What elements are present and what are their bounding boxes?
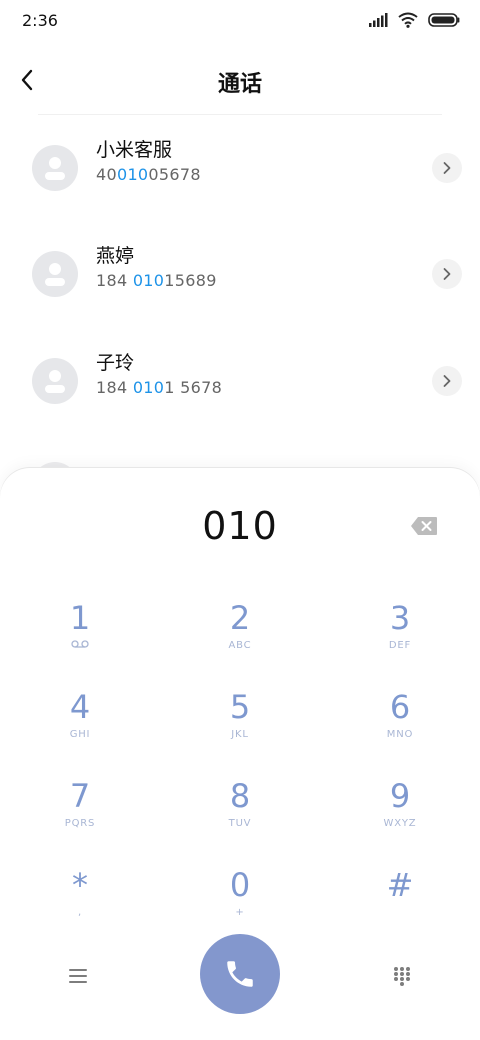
contact-number: 184 01015689 — [96, 271, 217, 290]
match-highlight: 010 — [132, 378, 165, 397]
contact-row[interactable]: 子玲 184 0101 5678 — [0, 352, 480, 454]
contact-detail-button[interactable] — [432, 153, 462, 183]
phone-icon — [227, 961, 253, 987]
key-star[interactable]: * , — [20, 865, 140, 945]
key-sub: JKL — [231, 729, 249, 740]
key-digit: 6 — [389, 688, 411, 726]
contact-row[interactable]: 燕婷 184 01015689 — [0, 245, 480, 347]
key-sub: WXYZ — [383, 818, 417, 829]
contact-name: 燕婷 — [96, 245, 135, 267]
key-digit: 1 — [69, 599, 91, 637]
match-highlight: 010 — [116, 165, 149, 184]
match-highlight: 010 — [132, 271, 165, 290]
key-6[interactable]: 6 MNO — [340, 687, 460, 767]
key-8[interactable]: 8 TUV — [180, 776, 300, 856]
key-1[interactable]: 1 — [20, 598, 140, 678]
avatar — [32, 251, 78, 297]
key-digit: 3 — [389, 599, 411, 637]
chevron-right-icon — [443, 375, 451, 387]
key-7[interactable]: 7 PQRS — [20, 776, 140, 856]
key-digit: 4 — [69, 688, 91, 726]
contact-number: 184 0101 5678 — [96, 378, 223, 397]
header-divider — [38, 114, 442, 115]
key-9[interactable]: 9 WXYZ — [340, 776, 460, 856]
person-icon — [45, 157, 65, 180]
key-sub: TUV — [228, 818, 252, 829]
person-icon — [45, 370, 65, 393]
key-sub: GHI — [69, 729, 91, 740]
key-digit: 9 — [389, 777, 411, 815]
contact-name: 小米客服 — [96, 139, 173, 161]
menu-button[interactable] — [62, 960, 94, 992]
avatar — [32, 358, 78, 404]
key-5[interactable]: 5 JKL — [180, 687, 300, 767]
keypad-toggle-button[interactable] — [386, 960, 418, 992]
key-digit: 8 — [229, 777, 251, 815]
key-digit: * — [72, 866, 88, 904]
key-digit: 5 — [229, 688, 251, 726]
key-hash[interactable]: # — [340, 865, 460, 945]
key-sub: + — [235, 907, 245, 918]
key-sub — [340, 907, 460, 921]
backspace-button[interactable] — [410, 516, 442, 538]
key-sub — [20, 640, 140, 654]
key-sub: MNO — [386, 729, 414, 740]
call-button[interactable] — [200, 934, 280, 1014]
backspace-icon — [411, 517, 437, 535]
keypad-icon — [394, 967, 410, 986]
key-digit: # — [386, 866, 414, 904]
key-digit: 2 — [229, 599, 251, 637]
key-4[interactable]: 4 GHI — [20, 687, 140, 767]
key-sub: DEF — [388, 640, 412, 651]
contact-name: 子玲 — [96, 352, 135, 374]
avatar — [32, 145, 78, 191]
key-3[interactable]: 3 DEF — [340, 598, 460, 678]
voicemail-icon — [71, 640, 89, 648]
dialpad-panel: 010 1 2 ABC 3 DEF 4 GHI 5 JKL 6 MNO 7 PQ… — [0, 468, 480, 1040]
contact-detail-button[interactable] — [432, 259, 462, 289]
battery-icon — [428, 13, 460, 27]
menu-icon — [69, 969, 87, 983]
signal-icon — [369, 13, 388, 27]
key-sub: ABC — [228, 640, 252, 651]
page-title: 通话 — [217, 72, 262, 97]
key-sub: , — [78, 907, 82, 918]
key-sub: PQRS — [64, 818, 96, 829]
status-icons — [368, 12, 460, 28]
chevron-right-icon — [443, 162, 451, 174]
contact-row[interactable]: 小米客服 4001005678 — [0, 139, 480, 241]
key-0[interactable]: 0 + — [180, 865, 300, 945]
contact-number: 4001005678 — [96, 165, 201, 184]
chevron-right-icon — [443, 268, 451, 280]
header: 通话 — [0, 52, 480, 108]
contact-detail-button[interactable] — [432, 366, 462, 396]
wifi-icon — [398, 12, 418, 28]
status-bar: 2:36 — [0, 0, 480, 44]
dialed-number: 010 — [202, 504, 278, 548]
key-digit: 0 — [229, 866, 251, 904]
key-digit: 7 — [69, 777, 91, 815]
key-2[interactable]: 2 ABC — [180, 598, 300, 678]
status-time: 2:36 — [22, 11, 58, 30]
person-icon — [45, 263, 65, 286]
